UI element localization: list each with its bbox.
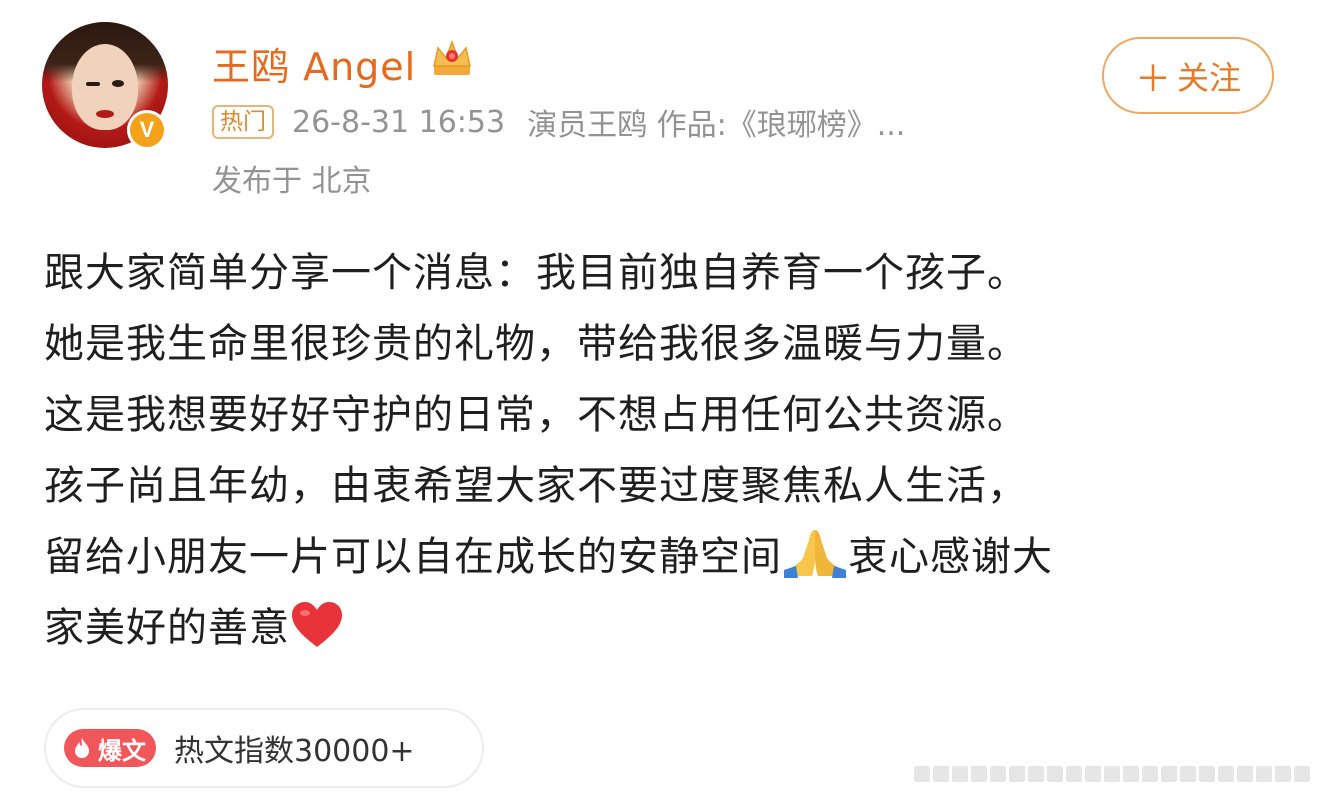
verified-badge: V [127, 110, 167, 150]
red-heart-emoji [292, 602, 342, 647]
avatar-lips [96, 110, 114, 118]
content-line: 孩子尚且年幼，由衷希望大家不要过度聚焦私人生活， [44, 463, 1028, 509]
post-timestamp[interactable]: 26-8-31 16:53 [292, 105, 505, 140]
crown-icon [433, 39, 471, 75]
avatar-eye-left [86, 82, 100, 86]
content-line-part: 留给小朋友一片可以自在成长的安静空间 [44, 534, 782, 580]
content-line: 跟大家简单分享一个消息：我目前独自养育一个孩子。 [44, 250, 1028, 296]
content-line: 这是我想要好好守护的日常，不想占用任何公共资源。 [44, 392, 1028, 438]
content-line: 她是我生命里很珍贵的礼物，带给我很多温暖与力量。 [44, 321, 1028, 367]
follow-button[interactable]: ＋ 关注 [1102, 37, 1274, 114]
verified-v-icon: V [130, 113, 164, 147]
flame-icon [75, 738, 89, 758]
content-line-5: 留给小朋友一片可以自在成长的安静空间 衷心感谢大 [44, 522, 1284, 593]
hot-tag[interactable]: 热门 [212, 105, 274, 139]
avatar-eye-right [112, 80, 124, 87]
bao-badge-label: 爆文 [98, 736, 146, 765]
bao-badge: 爆文 [64, 729, 156, 767]
content-line-part: 衷心感谢大 [848, 534, 1053, 580]
content-line-6: 家美好的善意 [44, 593, 1284, 664]
hot-index-pill[interactable]: 爆文 热文指数30000+ [44, 708, 484, 788]
plus-icon: ＋ [1134, 58, 1171, 100]
follow-label: 关注 [1177, 58, 1242, 97]
folded-hands-emoji [784, 530, 846, 578]
post-content: 跟大家简单分享一个消息：我目前独自养育一个孩子。 她是我生命里很珍贵的礼物，带给… [44, 238, 1284, 664]
username[interactable]: 王鸥 Angel [212, 36, 416, 91]
post-meta: 热门 26-8-31 16:53 演员王鸥 作品:《琅琊榜》... [212, 100, 905, 144]
watermark [914, 766, 1310, 782]
hot-index-text: 热文指数30000+ [174, 734, 415, 769]
post-location: 发布于 北京 [212, 164, 372, 199]
content-line-part: 家美好的善意 [44, 605, 290, 651]
post-source: 演员王鸥 作品:《琅琊榜》... [527, 108, 906, 143]
